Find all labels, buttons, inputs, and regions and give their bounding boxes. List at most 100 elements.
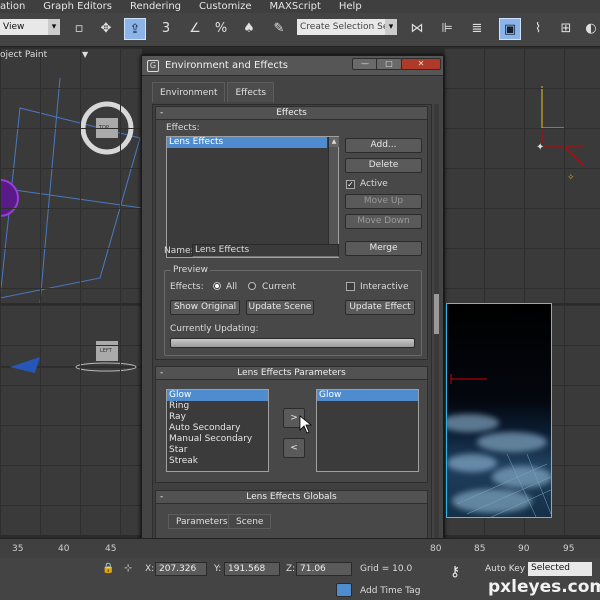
graphite-tools-icon[interactable]: ▣ (499, 18, 521, 40)
z-label: Z: (286, 564, 296, 574)
preview-all-radio[interactable] (213, 282, 221, 290)
minimize-button[interactable]: — (352, 58, 378, 70)
preview-group-title: Preview (171, 265, 211, 275)
effects-list[interactable]: Lens Effects ▲ ▼ (166, 136, 339, 258)
merge-button[interactable]: Merge (345, 241, 422, 256)
named-selection-set-select[interactable]: Create Selection Se ▾ (297, 19, 397, 35)
x-coordinate-field[interactable]: 207.326 (155, 562, 207, 576)
reference-coordinate-value: View (3, 22, 25, 32)
active-checkbox[interactable]: ✓ (346, 180, 355, 189)
maximize-button[interactable]: □ (376, 58, 402, 70)
update-effect-button[interactable]: Update Effect (345, 300, 415, 315)
move-up-button[interactable]: Move Up (345, 194, 422, 209)
tab-globals-scene[interactable]: Scene (228, 514, 272, 529)
effect-name-field[interactable]: Lens Effects (192, 244, 339, 257)
menu-item-animation[interactable]: ation (0, 1, 25, 12)
menu-item-graph-editors[interactable]: Graph Editors (43, 1, 112, 12)
menu-item-help[interactable]: Help (339, 1, 362, 12)
environment-effects-dialog: G Environment and Effects — □ ✕ Environm… (141, 55, 444, 548)
available-effects-list[interactable]: Glow Ring Ray Auto Secondary Manual Seco… (166, 389, 269, 472)
chevron-down-icon[interactable]: ▼ (82, 50, 88, 59)
lens-params-rollout-header[interactable]: - Lens Effects Parameters (155, 366, 428, 380)
select-manipulate-icon[interactable]: ⇪ (124, 18, 146, 40)
mouse-cursor-icon (299, 415, 313, 434)
schematic-view-icon[interactable]: ⊞ (555, 18, 577, 40)
close-button[interactable]: ✕ (401, 58, 441, 70)
chevron-down-icon: ▾ (48, 19, 60, 35)
spinner-snap-icon[interactable]: ♠ (238, 18, 260, 40)
tab-globals-parameters[interactable]: Parameters (168, 514, 236, 529)
percent-snap-icon[interactable]: % (210, 18, 232, 40)
grid-size-readout: Grid = 10.0 (360, 564, 413, 574)
timeline-tick: 90 (518, 544, 530, 554)
list-item[interactable]: Ring (167, 401, 268, 412)
viewport-perspective[interactable]: ✦ ✧ (444, 48, 600, 303)
material-editor-icon[interactable]: ◐ (580, 18, 600, 40)
key-icon[interactable]: ⚷ (450, 564, 460, 580)
preview-current-radio[interactable] (248, 282, 256, 290)
lens-params-rollout-title: Lens Effects Parameters (237, 368, 346, 378)
absolute-mode-icon[interactable]: ⊹ (124, 563, 132, 574)
menu-item-maxscript[interactable]: MAXScript (270, 1, 321, 12)
angle-snap-icon[interactable]: ∠ (184, 18, 206, 40)
viewport-label[interactable]: oject Paint (0, 50, 47, 60)
effects-list-scrollbar[interactable]: ▲ ▼ (328, 137, 339, 257)
list-item[interactable]: Streak (167, 456, 268, 467)
time-tag-icon[interactable] (336, 583, 352, 597)
add-effect-button[interactable]: Add... (345, 138, 422, 153)
viewport-left[interactable]: LEFT (0, 305, 142, 535)
preview-effects-label: Effects: (170, 282, 204, 292)
y-coordinate-field[interactable]: 191.568 (224, 562, 280, 576)
edit-named-selection-icon[interactable]: ✎ (268, 18, 290, 40)
list-item[interactable]: Lens Effects (167, 137, 327, 148)
layer-manager-icon[interactable]: ≣ (466, 18, 488, 40)
list-item[interactable]: Glow (317, 390, 418, 401)
mirror-icon[interactable]: ⋈ (406, 18, 428, 40)
viewport-grid (0, 48, 142, 303)
app-logo-icon: G (147, 60, 159, 72)
timeline-tick: 35 (12, 544, 24, 554)
add-time-tag-button[interactable]: Add Time Tag (360, 586, 420, 596)
update-scene-button[interactable]: Update Scene (246, 300, 314, 315)
menu-item-rendering[interactable]: Rendering (130, 1, 181, 12)
auto-key-label[interactable]: Auto Key (485, 564, 525, 574)
list-item[interactable]: Glow (167, 390, 268, 401)
tab-effects[interactable]: Effects (227, 82, 275, 102)
main-toolbar: View ▾ ▫ ✥ ⇪ 3 ∠ % ♠ ✎ Create Selection … (0, 13, 600, 47)
tab-environment[interactable]: Environment (152, 82, 226, 102)
scroll-up-icon[interactable]: ▲ (329, 137, 339, 147)
dialog-title-bar[interactable]: G Environment and Effects — □ ✕ (142, 56, 443, 76)
effects-rollout-header[interactable]: - Effects (155, 106, 428, 120)
select-move-icon[interactable]: ✥ (95, 18, 117, 40)
snap-3d-icon[interactable]: 3 (155, 18, 177, 40)
menu-bar: ation Graph Editors Rendering Customize … (0, 0, 600, 13)
remove-lens-effect-button[interactable]: < (283, 438, 305, 458)
update-progress-bar (170, 338, 415, 348)
list-item[interactable]: Star (167, 445, 268, 456)
curve-editor-icon[interactable]: ⌇ (527, 18, 549, 40)
show-original-button[interactable]: Show Original (170, 300, 240, 315)
reference-coordinate-select[interactable]: View ▾ (0, 19, 60, 35)
rollout-scrollbar[interactable] (434, 104, 439, 542)
lens-globals-rollout-header[interactable]: - Lens Effects Globals (155, 490, 428, 504)
timeline-ruler[interactable]: 35 40 45 80 85 90 95 (0, 538, 600, 558)
pivot-icon[interactable]: ▫ (68, 18, 90, 40)
list-item[interactable]: Manual Secondary (167, 434, 268, 445)
key-filter-select[interactable]: Selected (528, 562, 592, 576)
menu-item-customize[interactable]: Customize (199, 1, 252, 12)
z-coordinate-field[interactable]: 71.06 (296, 562, 352, 576)
interactive-label: Interactive (360, 282, 409, 292)
list-item[interactable]: Ray (167, 412, 268, 423)
active-lens-effects-list[interactable]: Glow (316, 389, 419, 472)
effects-rollout-body: Effects: Lens Effects ▲ ▼ Add... Delete … (155, 120, 428, 360)
x-label: X: (145, 564, 155, 574)
selection-lock-icon[interactable]: 🔒 (102, 563, 114, 574)
interactive-checkbox[interactable] (346, 282, 355, 291)
list-item[interactable]: Auto Secondary (167, 423, 268, 434)
rollout-scrollbar-thumb[interactable] (434, 294, 439, 334)
align-icon[interactable]: ⊫ (436, 18, 458, 40)
viewport-top[interactable]: TOP (0, 48, 142, 303)
delete-effect-button[interactable]: Delete (345, 158, 422, 173)
move-down-button[interactable]: Move Down (345, 214, 422, 229)
viewport-grid (0, 305, 142, 535)
